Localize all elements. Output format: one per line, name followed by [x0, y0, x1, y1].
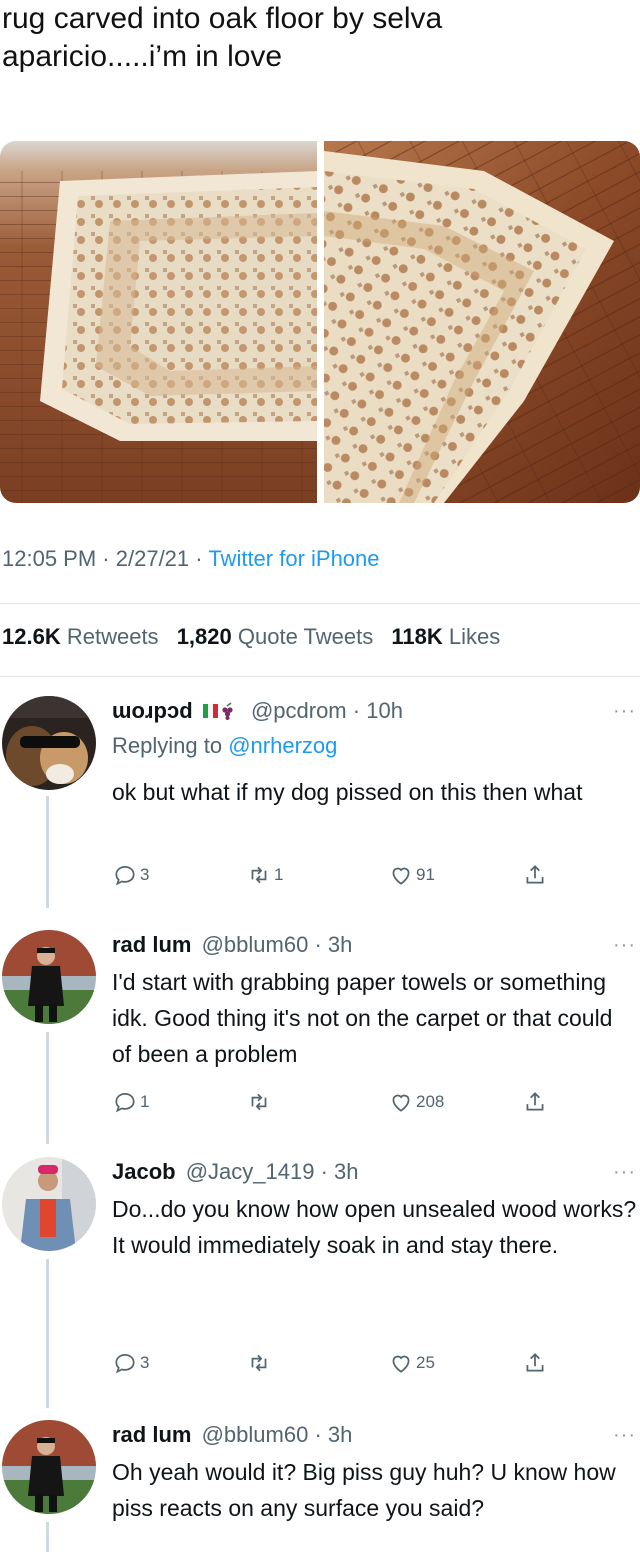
quote-tweets-label: Quote Tweets	[237, 624, 374, 649]
reply-action[interactable]: 3	[112, 862, 149, 888]
thread-line	[46, 796, 49, 908]
like-action[interactable]: 208	[388, 1089, 444, 1115]
reply-count: 3	[140, 865, 150, 884]
photo-rug-floor-wide[interactable]	[0, 141, 317, 503]
retweet-action[interactable]	[246, 1350, 274, 1376]
share-action[interactable]	[522, 1089, 550, 1115]
reply-count: 3	[140, 1353, 150, 1372]
reply-text: Do...do you know how open unsealed wood …	[112, 1191, 638, 1263]
reply-count: 1	[140, 1092, 150, 1111]
reply-text-line: ok but what if my dog pissed on this the…	[112, 779, 583, 805]
heart-icon	[392, 1355, 410, 1373]
more-icon[interactable]: ···	[613, 1424, 636, 1447]
heart-icon	[392, 867, 410, 885]
tweet-stats: 12.6K Retweets 1,820 Quote Tweets 118K L…	[2, 624, 512, 650]
reply-text-line: Do...do you know how open unsealed wood …	[112, 1196, 637, 1222]
share-action[interactable]	[522, 862, 550, 888]
italy-flag-grapes-icon	[202, 702, 233, 720]
replying-label: Replying to	[112, 733, 223, 758]
like-action[interactable]: 25	[388, 1350, 435, 1376]
reply-text: ok but what if my dog pissed on this the…	[112, 774, 638, 810]
reply-text: I'd start with grabbing paper towels or …	[112, 964, 638, 1072]
likes-label: Likes	[448, 624, 501, 649]
share-icon	[526, 865, 544, 884]
more-icon[interactable]: ···	[613, 700, 636, 723]
retweet-action[interactable]: 1	[246, 862, 283, 888]
handle[interactable]: @bblum60	[202, 1422, 309, 1447]
retweet-icon	[251, 1354, 267, 1372]
reply-text-line: It would immediately soak in and stay th…	[112, 1232, 559, 1258]
reply-text-line: Oh yeah would it? Big piss guy huh? U kn…	[112, 1459, 616, 1521]
tweet-media[interactable]	[0, 141, 640, 503]
retweet-action[interactable]	[246, 1089, 274, 1115]
reply-header: rad lum @bblum60 · 3h	[112, 1422, 353, 1447]
comment-icon	[115, 866, 135, 886]
reply-actions: 3 25	[112, 1350, 552, 1380]
retweet-icon	[251, 1093, 267, 1111]
retweet-icon	[251, 866, 267, 884]
reply-actions: 3 1 91	[112, 862, 552, 892]
share-icon	[526, 1353, 544, 1372]
heart-icon	[392, 1094, 410, 1112]
thread-line	[46, 1032, 49, 1144]
avatar[interactable]	[2, 696, 96, 790]
reply-text-line: I'd start with grabbing paper towels or …	[112, 969, 613, 1067]
replying-to: Replying to @nrherzog	[112, 733, 337, 759]
share-action[interactable]	[522, 1350, 550, 1376]
display-name[interactable]: rad lum	[112, 1422, 191, 1447]
meta-separator: ·	[102, 546, 110, 571]
retweets-count: 12.6K	[2, 624, 61, 649]
like-count: 91	[416, 865, 435, 884]
display-name[interactable]: Jacob	[112, 1159, 176, 1184]
avatar[interactable]	[2, 1420, 96, 1514]
likes-stat[interactable]: 118K Likes	[391, 624, 500, 649]
tweet-time: 12:05 PM	[2, 546, 97, 571]
share-icon	[526, 1092, 544, 1111]
handle[interactable]: @pcdrom	[251, 698, 347, 723]
like-count: 208	[416, 1092, 445, 1111]
reply-action[interactable]: 1	[112, 1089, 149, 1115]
likes-count: 118K	[391, 624, 443, 649]
display-name[interactable]: rad lum	[112, 932, 191, 957]
handle[interactable]: @bblum60	[202, 932, 309, 957]
more-icon[interactable]: ···	[613, 934, 636, 957]
thread-line	[46, 1259, 49, 1408]
meta-separator: ·	[195, 546, 203, 571]
comment-icon	[115, 1354, 135, 1374]
reply-time[interactable]: 3h	[328, 932, 352, 957]
divider	[0, 676, 640, 677]
retweets-stat[interactable]: 12.6K Retweets	[2, 624, 159, 649]
more-icon[interactable]: ···	[613, 1161, 636, 1184]
reply-text: Oh yeah would it? Big piss guy huh? U kn…	[112, 1454, 638, 1526]
reply-action[interactable]: 3	[112, 1350, 149, 1376]
reply-header: Jacob @Jacy_1419 · 3h	[112, 1159, 359, 1184]
reply-header: ɯoɹpɔd @pcdrom · 10h	[112, 698, 403, 723]
reply-time[interactable]: 3h	[334, 1159, 358, 1184]
tweet-text: rug carved into oak floor by selva apari…	[2, 2, 443, 73]
avatar[interactable]	[2, 1157, 96, 1251]
like-count: 25	[416, 1353, 435, 1372]
handle[interactable]: @Jacy_1419	[186, 1159, 315, 1184]
comment-icon	[115, 1093, 135, 1113]
reply-header: rad lum @bblum60 · 3h	[112, 932, 353, 957]
tweet-date: 2/27/21	[115, 546, 190, 571]
display-name[interactable]: ɯoɹpɔd	[112, 698, 193, 723]
avatar[interactable]	[2, 930, 96, 1024]
reply-time[interactable]: 10h	[366, 698, 403, 723]
reply-actions: 1 208	[112, 1089, 552, 1119]
tweet-timestamp[interactable]: 12:05 PM · 2/27/21 · Twitter for iPhone	[2, 546, 380, 572]
tweet-source[interactable]: Twitter for iPhone	[208, 546, 379, 571]
photo-rug-floor-closeup[interactable]	[324, 141, 640, 503]
quote-tweets-count: 1,820	[176, 624, 232, 649]
replying-handle[interactable]: @nrherzog	[228, 733, 337, 758]
retweet-count: 1	[274, 865, 284, 884]
divider	[0, 603, 640, 604]
like-action[interactable]: 91	[388, 862, 435, 888]
reply-time[interactable]: 3h	[328, 1422, 352, 1447]
retweets-label: Retweets	[66, 624, 159, 649]
thread-line	[46, 1522, 49, 1552]
quote-tweets-stat[interactable]: 1,820 Quote Tweets	[177, 624, 374, 649]
